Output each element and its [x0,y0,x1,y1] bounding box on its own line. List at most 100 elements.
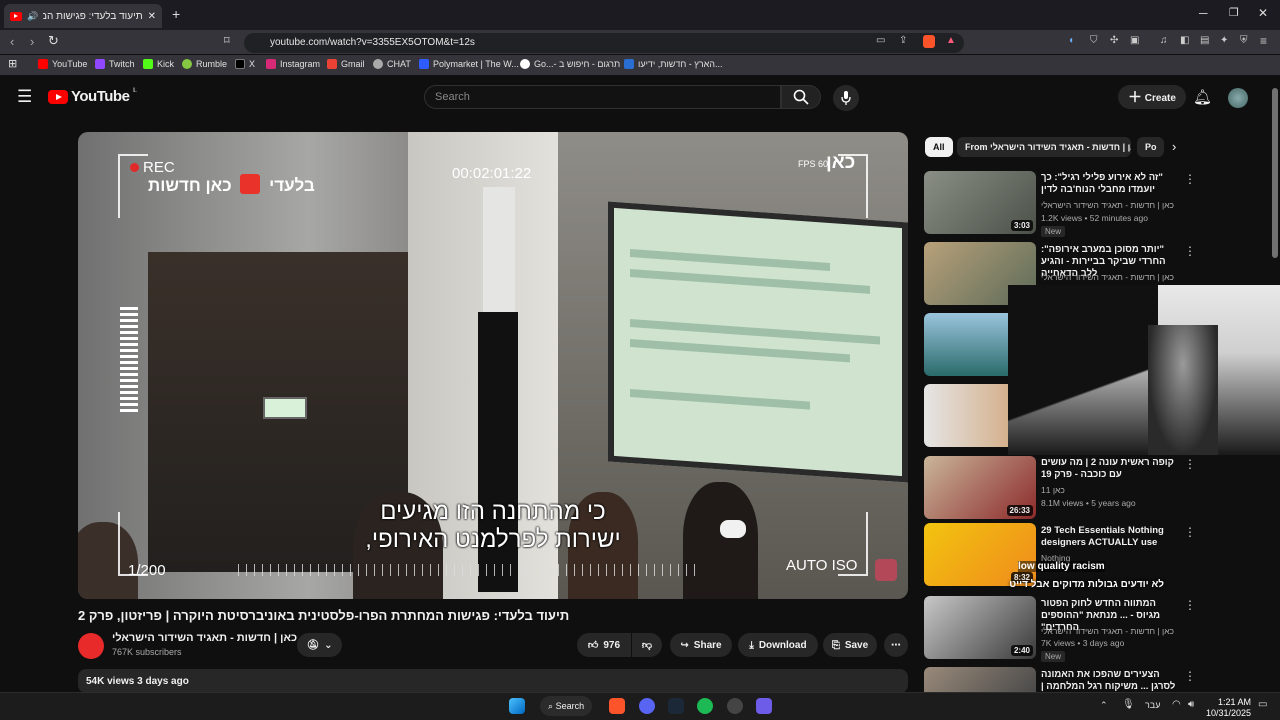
steam-icon[interactable] [668,698,684,714]
github-desktop-icon[interactable] [727,698,743,714]
notifications-bell-icon[interactable]: 🔔︎ [1193,88,1212,106]
brave-rewards-icon[interactable]: ▲ [946,35,956,46]
audio-ext-icon[interactable]: ◖ [1068,35,1074,46]
ai-icon[interactable]: ✦ [1220,35,1228,46]
windows-start-icon[interactable] [509,698,525,714]
search-input[interactable]: Search [424,85,781,109]
description-box[interactable]: 54K views 3 days ago [78,669,908,693]
chip-po[interactable]: Po [1137,137,1164,157]
download-button[interactable]: ⤓ Download [738,633,818,657]
back-icon[interactable]: ‹ [10,34,14,49]
screen-line [630,339,850,363]
save-button[interactable]: ⎘ Save [823,633,877,657]
bookmark-x[interactable]: X [235,59,255,69]
share-page-icon[interactable]: ⇪ [899,35,907,46]
related-thumbnail[interactable]: 26:33 [924,456,1036,519]
more-options-icon[interactable]: ⋮ [1184,525,1196,539]
subscriber-count: 767K subscribers [112,647,182,657]
related-title[interactable]: קופה ראשית עונה 2 | מה עושים עם כוכבה - … [1041,457,1177,481]
browser-tab[interactable]: 🔊 תיעוד בלעדי: פגישות המחתרה ✕ [4,4,162,28]
vpn-icon[interactable]: ⛨ [1240,35,1248,46]
bookmark-kick[interactable]: Kick [143,59,174,69]
new-tab-button[interactable]: + [172,6,180,22]
related-channel[interactable]: כאן | חדשות - תאגיד השידור הישראלי [1041,626,1174,636]
more-options-icon[interactable]: ⋮ [1184,457,1196,471]
extensions-icon[interactable]: ✣ [1110,35,1118,46]
mic-tray-icon[interactable]: 🎙︎ [1122,699,1135,710]
audio-icon[interactable]: 🔊 [27,11,38,22]
avatar[interactable] [1228,88,1248,108]
more-options-icon[interactable]: ⋮ [1184,244,1196,258]
forward-icon[interactable]: › [30,34,34,49]
brave-shield-icon[interactable] [923,35,935,48]
bookmark-google-translate[interactable]: Go...- תרגום - חיפוש ב [520,59,620,69]
channel-name[interactable]: כאן | חדשות - תאגיד השידור הישראלי ✔ [112,632,308,644]
sidebar-icon[interactable]: ◧ [1180,35,1189,46]
minimize-icon[interactable]: ─ [1199,6,1208,20]
more-options-icon[interactable]: ⋮ [1184,669,1196,683]
wallet-icon[interactable]: ▤ [1200,35,1209,46]
share-button[interactable]: ↪ Share [670,633,732,657]
related-thumbnail[interactable] [924,667,1036,692]
bookmark-twitch[interactable]: Twitch [95,59,135,69]
music-icon[interactable]: ♫ [1160,35,1168,46]
chevron-up-icon[interactable]: ⌃ [1100,700,1108,711]
apps-icon[interactable]: ⊞ [8,57,17,70]
related-thumbnail[interactable]: 3:03 [924,171,1036,234]
create-button[interactable]: ＋ Create [1118,85,1186,109]
brave-icon[interactable] [609,698,625,714]
related-channel[interactable]: כאן | חדשות - תאגיד השידור הישראלי [1041,200,1174,210]
bookmark-instagram[interactable]: Instagram [266,59,320,69]
bookmark-haaretz[interactable]: הארץ - חדשות, ידיעו... [624,59,723,69]
bookmark-icon[interactable]: ⌑ [224,34,230,47]
taskbar-search[interactable]: ⌕ Search [540,696,592,716]
related-title[interactable]: הצעירים שהפכו את האמונה לסרגן ... משיקוח… [1041,669,1177,691]
search-button[interactable] [781,85,821,109]
gmail-icon [327,59,337,69]
chip-all[interactable]: All [925,137,953,157]
more-options-icon[interactable]: ⋮ [1184,598,1196,612]
screenshot-icon[interactable]: ▣ [1130,35,1139,46]
close-tab-icon[interactable]: ✕ [148,11,156,22]
extension-icon-1[interactable]: ⛉ [1090,35,1098,46]
related-channel[interactable]: כאן | חדשות - תאגיד השידור הישראלי [1041,272,1174,282]
reload-icon[interactable]: ↻ [48,33,59,49]
haaretz-icon [624,59,634,69]
more-actions-button[interactable]: ⋯ [884,633,908,657]
more-options-icon[interactable]: ⋮ [1184,172,1196,186]
related-thumbnail[interactable]: 2:40 [924,596,1036,659]
page-scrollbar[interactable] [1272,88,1278,258]
notification-center-icon[interactable]: ▭ [1258,699,1267,710]
hamburger-menu-icon[interactable]: ☰ [17,87,32,107]
youtube-logo[interactable]: YouTube IL [48,88,137,105]
volume-icon[interactable]: 🔊︎ [1188,699,1194,710]
clock[interactable]: 1:21 AM 10/31/2025 [1206,697,1251,719]
bookmark-chat[interactable]: CHAT [373,59,411,69]
cast-icon[interactable]: ▭ [876,35,885,46]
app-icon[interactable] [756,698,772,714]
like-button[interactable]: 👍︎ 976 [577,633,631,657]
bookmark-rumble[interactable]: Rumble [182,59,227,69]
menu-icon[interactable]: ≡ [1260,34,1267,48]
video-player[interactable]: REC בלעדי כאן חדשות 00:02:01:22 FPS 60 כ… [78,132,908,599]
related-title[interactable]: 29 Tech Essentials Nothing designers ACT… [1041,525,1177,549]
language-indicator[interactable]: עבר [1145,700,1160,710]
chevron-right-icon[interactable]: › [1172,139,1176,154]
channel-avatar[interactable] [78,633,104,659]
subscribed-bell-button[interactable]: 🔕︎ ⌄ [297,633,342,657]
url-field[interactable]: youtube.com/watch?v=3355EX5OTOM&t=12s [244,33,964,53]
voice-search-button[interactable] [833,85,859,111]
bookmark-gmail[interactable]: Gmail [327,59,365,69]
related-thumbnail[interactable]: 8:32 [924,523,1036,586]
spotify-icon[interactable] [697,698,713,714]
chip-from-channel[interactable]: From כאן | חדשות - תאגיד השידור הישראלי [957,137,1131,157]
wifi-icon[interactable]: ◠ [1172,699,1181,710]
dislike-button[interactable]: 👎︎ [632,633,662,657]
bookmark-youtube[interactable]: YouTube [38,59,87,69]
related-title[interactable]: "זה לא אירוע פלילי רגיל": כך יועמדו מחבל… [1041,172,1177,196]
bookmark-polymarket[interactable]: Polymarket | The W... [419,59,519,69]
related-channel[interactable]: כאן 11 [1041,485,1065,495]
discord-icon[interactable] [639,698,655,714]
close-window-icon[interactable]: ✕ [1258,6,1268,20]
restore-icon[interactable]: ❐ [1229,6,1239,19]
